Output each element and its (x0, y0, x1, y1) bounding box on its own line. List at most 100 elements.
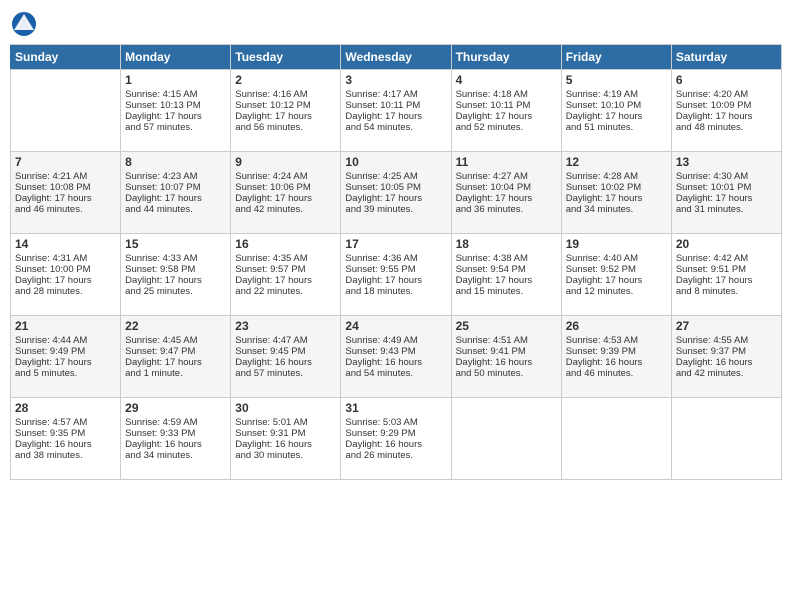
day-info: and 12 minutes. (566, 286, 667, 297)
day-info: Sunset: 10:09 PM (676, 100, 777, 111)
day-cell: 27Sunrise: 4:55 AMSunset: 9:37 PMDayligh… (671, 316, 781, 398)
day-info: and 30 minutes. (235, 450, 336, 461)
day-info: and 52 minutes. (456, 122, 557, 133)
column-header-friday: Friday (561, 45, 671, 70)
logo-icon (10, 10, 38, 38)
day-number: 3 (345, 73, 446, 87)
day-info: Sunset: 10:07 PM (125, 182, 226, 193)
day-info: Daylight: 17 hours (125, 193, 226, 204)
day-info: Daylight: 17 hours (345, 111, 446, 122)
day-cell: 30Sunrise: 5:01 AMSunset: 9:31 PMDayligh… (231, 398, 341, 480)
day-number: 15 (125, 237, 226, 251)
day-info: Sunrise: 4:31 AM (15, 253, 116, 264)
day-number: 17 (345, 237, 446, 251)
day-info: Sunrise: 4:55 AM (676, 335, 777, 346)
day-info: and 5 minutes. (15, 368, 116, 379)
day-info: Sunset: 9:35 PM (15, 428, 116, 439)
day-info: Sunset: 9:55 PM (345, 264, 446, 275)
day-cell: 14 Sunrise: 4:31 AMSunset: 10:00 PMDaylig… (11, 234, 121, 316)
day-info: and 46 minutes. (15, 204, 116, 215)
day-cell: 1Sunrise: 4:15 AMSunset: 10:13 PMDayligh… (121, 70, 231, 152)
column-header-monday: Monday (121, 45, 231, 70)
day-info: Sunset: 9:43 PM (345, 346, 446, 357)
day-info: Sunrise: 4:36 AM (345, 253, 446, 264)
day-info: Sunset: 10:01 PM (676, 182, 777, 193)
day-number: 27 (676, 319, 777, 333)
day-info: and 1 minute. (125, 368, 226, 379)
day-cell: 23Sunrise: 4:47 AMSunset: 9:45 PMDayligh… (231, 316, 341, 398)
day-cell: 26Sunrise: 4:53 AMSunset: 9:39 PMDayligh… (561, 316, 671, 398)
logo (10, 10, 40, 38)
day-number: 30 (235, 401, 336, 415)
day-info: Daylight: 17 hours (345, 193, 446, 204)
day-info: Sunset: 9:54 PM (456, 264, 557, 275)
day-info: Daylight: 17 hours (456, 193, 557, 204)
day-info: Sunset: 10:04 PM (456, 182, 557, 193)
day-cell: 9Sunrise: 4:24 AMSunset: 10:06 PMDayligh… (231, 152, 341, 234)
day-info: and 44 minutes. (125, 204, 226, 215)
week-row-3: 14Sunrise: 4:31 AMSunset: 10:00 PMDaylig… (11, 234, 782, 316)
day-info: Sunrise: 4:15 AM (125, 89, 226, 100)
day-info: and 50 minutes. (456, 368, 557, 379)
day-cell: 8Sunrise: 4:23 AMSunset: 10:07 PMDayligh… (121, 152, 231, 234)
day-cell (671, 398, 781, 480)
day-info: and 57 minutes. (235, 368, 336, 379)
day-info: Sunset: 10:11 PM (345, 100, 446, 111)
day-info: Sunrise: 4:17 AM (345, 89, 446, 100)
day-number: 26 (566, 319, 667, 333)
day-info: Sunrise: 4:33 AM (125, 253, 226, 264)
day-cell: 11 Sunrise: 4:27 AMSunset: 10:04 PMDaylig… (451, 152, 561, 234)
day-info: Sunrise: 4:35 AM (235, 253, 336, 264)
day-number: 16 (235, 237, 336, 251)
day-info: Sunset: 10:00 PM (15, 264, 116, 275)
day-number: 11 (456, 155, 557, 169)
day-info: Daylight: 17 hours (676, 193, 777, 204)
day-info: Sunrise: 4:19 AM (566, 89, 667, 100)
day-info: Daylight: 17 hours (235, 275, 336, 286)
day-info: and 22 minutes. (235, 286, 336, 297)
day-info: Sunset: 9:58 PM (125, 264, 226, 275)
day-info: Sunset: 10:06 PM (235, 182, 336, 193)
day-number: 2 (235, 73, 336, 87)
day-number: 20 (676, 237, 777, 251)
day-info: Sunrise: 4:21 AM (15, 171, 116, 182)
day-number: 19 (566, 237, 667, 251)
day-info: and 57 minutes. (125, 122, 226, 133)
day-info: Sunset: 9:51 PM (676, 264, 777, 275)
day-info: Sunset: 9:47 PM (125, 346, 226, 357)
day-info: Sunrise: 4:47 AM (235, 335, 336, 346)
day-info: Sunset: 9:29 PM (345, 428, 446, 439)
day-cell: 18Sunrise: 4:38 AMSunset: 9:54 PMDayligh… (451, 234, 561, 316)
day-number: 14 (15, 237, 116, 251)
day-cell: 24Sunrise: 4:49 AMSunset: 9:43 PMDayligh… (341, 316, 451, 398)
day-cell: 5Sunrise: 4:19 AMSunset: 10:10 PMDayligh… (561, 70, 671, 152)
day-info: Daylight: 17 hours (676, 275, 777, 286)
day-cell (11, 70, 121, 152)
day-info: Sunrise: 4:18 AM (456, 89, 557, 100)
day-info: Daylight: 17 hours (15, 357, 116, 368)
column-header-thursday: Thursday (451, 45, 561, 70)
week-row-5: 28Sunrise: 4:57 AMSunset: 9:35 PMDayligh… (11, 398, 782, 480)
day-info: Daylight: 17 hours (125, 111, 226, 122)
day-number: 29 (125, 401, 226, 415)
day-number: 21 (15, 319, 116, 333)
day-info: Daylight: 17 hours (676, 111, 777, 122)
day-info: Daylight: 16 hours (456, 357, 557, 368)
day-info: Sunrise: 4:27 AM (456, 171, 557, 182)
day-info: Sunset: 9:41 PM (456, 346, 557, 357)
day-info: Sunrise: 4:28 AM (566, 171, 667, 182)
day-cell: 20Sunrise: 4:42 AMSunset: 9:51 PMDayligh… (671, 234, 781, 316)
day-cell: 7Sunrise: 4:21 AMSunset: 10:08 PMDayligh… (11, 152, 121, 234)
day-number: 13 (676, 155, 777, 169)
day-cell: 31Sunrise: 5:03 AMSunset: 9:29 PMDayligh… (341, 398, 451, 480)
day-info: Sunrise: 4:38 AM (456, 253, 557, 264)
day-info: Sunset: 10:08 PM (15, 182, 116, 193)
day-info: and 54 minutes. (345, 122, 446, 133)
day-info: Sunrise: 4:51 AM (456, 335, 557, 346)
day-number: 23 (235, 319, 336, 333)
day-info: Sunrise: 4:40 AM (566, 253, 667, 264)
day-cell: 6Sunrise: 4:20 AMSunset: 10:09 PMDayligh… (671, 70, 781, 152)
day-info: and 42 minutes. (676, 368, 777, 379)
day-info: Daylight: 17 hours (15, 275, 116, 286)
day-cell: 29Sunrise: 4:59 AMSunset: 9:33 PMDayligh… (121, 398, 231, 480)
